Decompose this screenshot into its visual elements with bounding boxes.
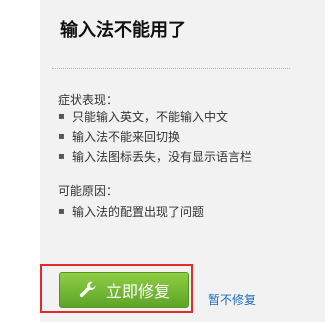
- causes-list: ▪ 输入法的配置出现了问题: [58, 202, 204, 222]
- causes-heading: 可能原因：: [58, 184, 119, 198]
- symptom-text: 输入法不能来回切换: [72, 130, 181, 144]
- bullet-icon: ▪: [58, 151, 65, 162]
- symptom-text: 只能输入英文，不能输入中文: [72, 110, 229, 124]
- page-title: 输入法不能用了: [60, 20, 186, 41]
- symptoms-list: ▪ 只能输入英文，不能输入中文 ▪ 输入法不能来回切换 ▪ 输入法图标丢失，没有显示语…: [58, 107, 252, 167]
- bullet-icon: ▪: [58, 111, 65, 122]
- list-item: ▪ 输入法不能来回切换: [58, 127, 252, 147]
- list-item: ▪ 只能输入英文，不能输入中文: [58, 107, 252, 127]
- repair-now-label: 立即修复: [105, 282, 170, 301]
- repair-now-button[interactable]: 立即修复: [59, 272, 189, 308]
- symptom-text: 输入法图标丢失，没有显示语言栏: [72, 150, 253, 164]
- bullet-icon: ▪: [58, 131, 65, 142]
- cause-text: 输入法的配置出现了问题: [72, 205, 205, 219]
- skip-repair-link[interactable]: 暂不修复: [208, 291, 256, 308]
- list-item: ▪ 输入法图标丢失，没有显示语言栏: [58, 147, 252, 167]
- bullet-icon: ▪: [58, 206, 65, 217]
- dotted-divider: [52, 68, 290, 69]
- list-item: ▪ 输入法的配置出现了问题: [58, 202, 204, 222]
- wrench-icon: [78, 280, 98, 300]
- symptoms-heading: 症状表现：: [58, 93, 119, 107]
